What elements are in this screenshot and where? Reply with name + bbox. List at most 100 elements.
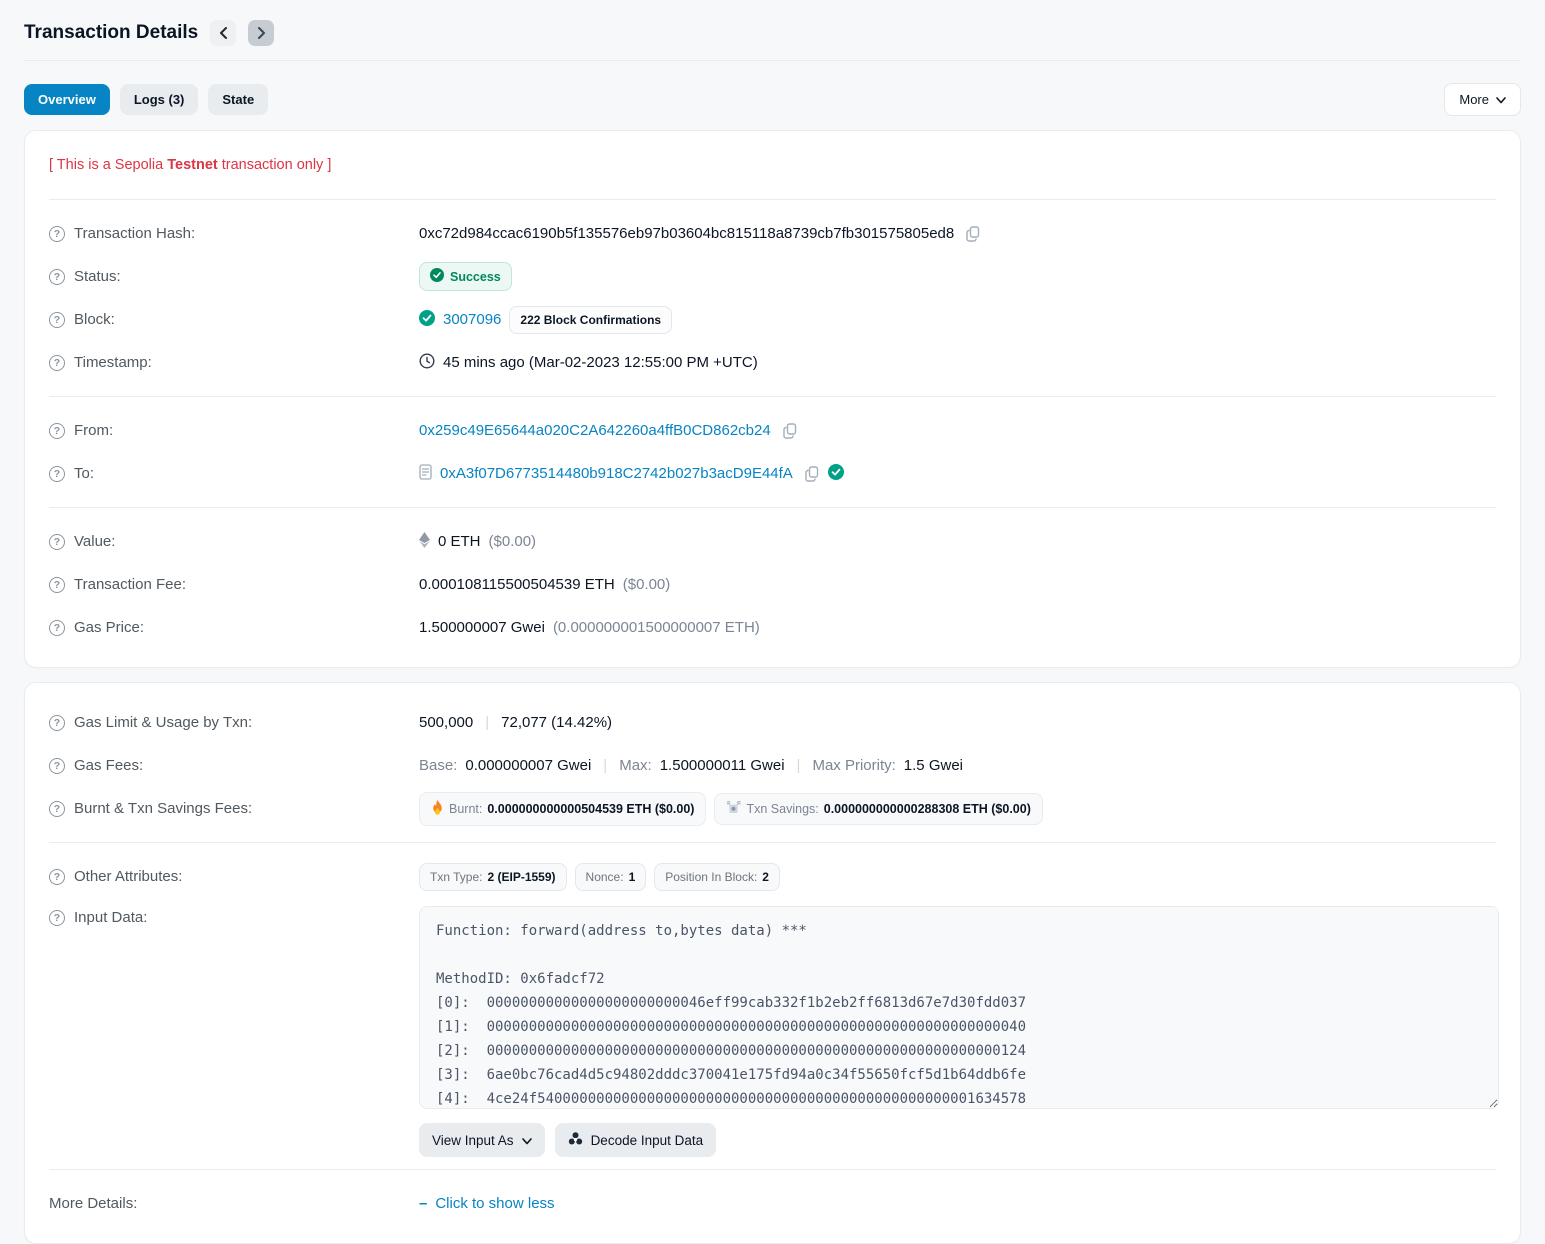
help-icon[interactable]: ? bbox=[49, 715, 65, 731]
position-in-block-value: 2 bbox=[762, 870, 769, 884]
chevron-left-icon bbox=[219, 27, 228, 39]
help-icon[interactable]: ? bbox=[49, 534, 65, 550]
help-icon[interactable]: ? bbox=[49, 355, 65, 371]
status-row: ? Status: Success bbox=[49, 255, 1496, 298]
more-button[interactable]: More bbox=[1444, 83, 1521, 116]
view-input-as-button[interactable]: View Input As bbox=[419, 1123, 545, 1157]
help-icon[interactable]: ? bbox=[49, 577, 65, 593]
block-row: ? Block: 3007096 222 Block Confirmations bbox=[49, 298, 1496, 341]
base-fee-value: 0.000000007 Gwei bbox=[465, 757, 591, 774]
txn-type-label: Txn Type: bbox=[430, 870, 482, 884]
help-icon[interactable]: ? bbox=[49, 869, 65, 885]
gas-price-row: ? Gas Price: 1.500000007 Gwei (0.0000000… bbox=[49, 606, 1496, 649]
nonce-badge: Nonce: 1 bbox=[575, 863, 647, 891]
nonce-label: Nonce: bbox=[586, 870, 624, 884]
transaction-hash-value: 0xc72d984ccac6190b5f135576eb97b03604bc81… bbox=[419, 225, 954, 242]
divider bbox=[49, 396, 1496, 397]
timestamp-value: 45 mins ago (Mar-02-2023 12:55:00 PM +UT… bbox=[443, 354, 758, 371]
chevron-down-icon bbox=[1496, 92, 1506, 107]
tab-logs[interactable]: Logs (3) bbox=[120, 84, 199, 115]
burnt-fee-label: Burnt: bbox=[449, 802, 482, 816]
copy-icon[interactable] bbox=[805, 466, 820, 482]
page-title: Transaction Details bbox=[24, 22, 198, 44]
transaction-fee-row: ? Transaction Fee: 0.000108115500504539 … bbox=[49, 563, 1496, 606]
status-badge: Success bbox=[419, 262, 512, 291]
divider bbox=[49, 199, 1496, 200]
block-number-link[interactable]: 3007096 bbox=[443, 311, 501, 328]
max-fee-value: 1.500000011 Gwei bbox=[660, 757, 785, 774]
decode-icon bbox=[568, 1131, 583, 1149]
position-in-block-badge: Position In Block: 2 bbox=[654, 863, 780, 891]
txn-savings-label: Txn Savings: bbox=[746, 802, 818, 816]
txn-savings-badge: Txn Savings: 0.000000000000288308 ETH ($… bbox=[714, 793, 1042, 825]
chevron-right-icon bbox=[257, 27, 266, 39]
help-icon[interactable]: ? bbox=[49, 801, 65, 817]
input-data-label: Input Data: bbox=[74, 909, 147, 926]
position-in-block-label: Position In Block: bbox=[665, 870, 757, 884]
to-row: ? To: 0xA3f07D6773514480b918C2742b027b3a… bbox=[49, 452, 1496, 495]
help-icon[interactable]: ? bbox=[49, 226, 65, 242]
max-fee-label: Max: bbox=[619, 757, 652, 774]
help-icon[interactable]: ? bbox=[49, 269, 65, 285]
base-fee-label: Base: bbox=[419, 757, 457, 774]
divider bbox=[49, 1169, 1496, 1170]
block-label: Block: bbox=[74, 311, 115, 328]
burnt-fee-value: 0.000000000000504539 ETH ($0.00) bbox=[487, 802, 694, 816]
to-address-link[interactable]: 0xA3f07D6773514480b918C2742b027b3acD9E44… bbox=[440, 465, 793, 482]
transaction-more-card: ? Gas Limit & Usage by Txn: 500,000 | 72… bbox=[24, 682, 1521, 1244]
previous-transaction-button[interactable] bbox=[210, 20, 236, 46]
tab-state[interactable]: State bbox=[208, 84, 268, 115]
from-row: ? From: 0x259c49E65644a020C2A642260a4ffB… bbox=[49, 409, 1496, 452]
gas-price-amount: 1.500000007 Gwei bbox=[419, 619, 545, 636]
separator: | bbox=[599, 757, 611, 774]
value-label: Value: bbox=[74, 533, 115, 550]
page-header: Transaction Details bbox=[24, 0, 1521, 61]
txn-type-badge: Txn Type: 2 (EIP-1559) bbox=[419, 863, 567, 891]
burnt-savings-label: Burnt & Txn Savings Fees: bbox=[74, 800, 252, 817]
tabs-row: Overview Logs (3) State More bbox=[24, 83, 1521, 116]
from-label: From: bbox=[74, 422, 113, 439]
input-data-textarea[interactable]: Function: forward(address to,bytes data)… bbox=[419, 906, 1499, 1109]
txn-type-value: 2 (EIP-1559) bbox=[487, 870, 555, 884]
value-amount: 0 ETH bbox=[438, 533, 481, 550]
other-attributes-row: ? Other Attributes: Txn Type: 2 (EIP-155… bbox=[49, 855, 1496, 898]
burnt-savings-row: ? Burnt & Txn Savings Fees: Burnt: 0.000… bbox=[49, 787, 1496, 830]
next-transaction-button[interactable] bbox=[248, 20, 274, 46]
help-icon[interactable]: ? bbox=[49, 423, 65, 439]
chevron-down-icon bbox=[522, 1133, 532, 1148]
transaction-fee-amount: 0.000108115500504539 ETH bbox=[419, 576, 615, 593]
separator: | bbox=[481, 714, 493, 731]
transaction-hash-row: ? Transaction Hash: 0xc72d984ccac6190b5f… bbox=[49, 212, 1496, 255]
more-details-label: More Details: bbox=[49, 1195, 137, 1212]
help-icon[interactable]: ? bbox=[49, 758, 65, 774]
decode-input-data-button[interactable]: Decode Input Data bbox=[555, 1123, 717, 1157]
copy-icon[interactable] bbox=[966, 226, 981, 242]
divider bbox=[49, 507, 1496, 508]
flame-icon bbox=[431, 800, 444, 818]
gas-limit-row: ? Gas Limit & Usage by Txn: 500,000 | 72… bbox=[49, 701, 1496, 744]
check-circle-icon bbox=[430, 268, 444, 285]
gas-fees-label: Gas Fees: bbox=[74, 757, 143, 774]
check-circle-icon bbox=[419, 310, 435, 330]
other-attributes-label: Other Attributes: bbox=[74, 868, 182, 885]
help-icon[interactable]: ? bbox=[49, 312, 65, 328]
transaction-details-page: Transaction Details Overview Logs (3) St… bbox=[0, 0, 1545, 1244]
tab-overview[interactable]: Overview bbox=[24, 84, 110, 115]
help-icon[interactable]: ? bbox=[49, 620, 65, 636]
from-address-link[interactable]: 0x259c49E65644a020C2A642260a4ffB0CD862cb… bbox=[419, 422, 771, 439]
copy-icon[interactable] bbox=[783, 423, 798, 439]
gas-usage-value: 72,077 (14.42%) bbox=[501, 714, 612, 731]
value-usd: ($0.00) bbox=[489, 533, 537, 550]
value-row: ? Value: 0 ETH ($0.00) bbox=[49, 520, 1496, 563]
minus-icon: – bbox=[419, 1195, 427, 1212]
transaction-hash-label: Transaction Hash: bbox=[74, 225, 195, 242]
decode-input-data-label: Decode Input Data bbox=[591, 1133, 704, 1148]
transaction-overview-card: [ This is a Sepolia Testnet transaction … bbox=[24, 130, 1521, 668]
verified-check-icon bbox=[828, 464, 844, 484]
show-less-link[interactable]: Click to show less bbox=[435, 1195, 554, 1212]
help-icon[interactable]: ? bbox=[49, 910, 65, 926]
timestamp-row: ? Timestamp: 45 mins ago (Mar-02-2023 12… bbox=[49, 341, 1496, 384]
clock-icon bbox=[419, 353, 435, 373]
separator: | bbox=[793, 757, 805, 774]
help-icon[interactable]: ? bbox=[49, 466, 65, 482]
